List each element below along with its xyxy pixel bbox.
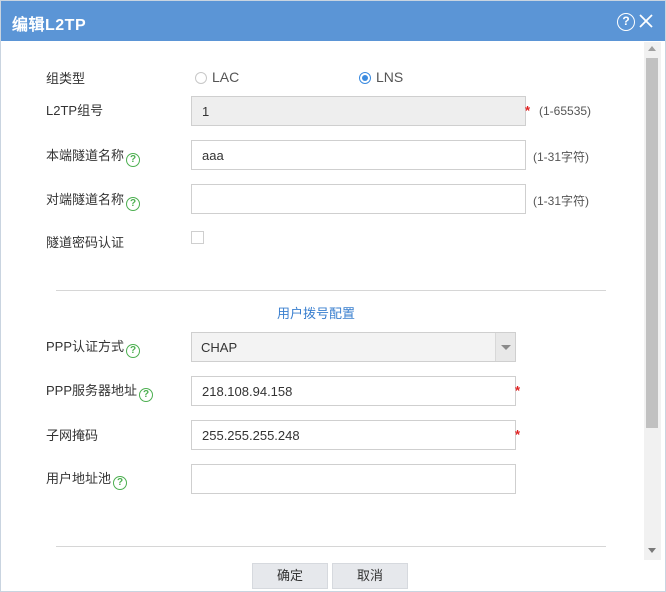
group-type-label: 组类型 (46, 71, 86, 86)
ppp-server-input[interactable] (191, 376, 516, 406)
ok-button[interactable]: 确定 (252, 563, 328, 589)
close-icon[interactable] (637, 12, 655, 30)
scroll-up-icon[interactable] (648, 46, 656, 51)
help-icon[interactable]: ? (126, 344, 141, 358)
subnet-mask-input[interactable] (191, 420, 516, 450)
group-id-input[interactable] (191, 96, 526, 126)
required-mark: * (515, 383, 521, 398)
user-pool-label: 用户地址池? (46, 468, 128, 490)
chevron-down-icon[interactable] (495, 333, 515, 361)
tunnel-auth-label: 隧道密码认证 (46, 235, 125, 250)
radio-lns[interactable] (359, 72, 371, 84)
help-icon[interactable]: ? (139, 388, 154, 402)
help-icon[interactable]: ? (126, 197, 141, 211)
local-tunnel-hint: (1-31字符) (533, 150, 590, 164)
scroll-down-icon[interactable] (648, 548, 656, 553)
ppp-auth-value: CHAP (201, 340, 238, 355)
cancel-button[interactable]: 取消 (332, 563, 408, 589)
radio-lns-label[interactable]: LNS (376, 69, 403, 85)
ppp-auth-label: PPP认证方式? (46, 336, 141, 358)
section-divider (56, 290, 606, 291)
radio-lac[interactable] (195, 72, 207, 84)
user-pool-input[interactable] (191, 464, 516, 494)
help-icon[interactable]: ? (617, 13, 635, 31)
remote-tunnel-label: 对端隧道名称? (46, 189, 141, 211)
ppp-server-label: PPP服务器地址? (46, 380, 154, 402)
tunnel-auth-checkbox[interactable] (191, 231, 204, 244)
required-mark: * (515, 427, 521, 442)
remote-tunnel-hint: (1-31字符) (533, 194, 590, 208)
local-tunnel-label: 本端隧道名称? (46, 145, 141, 167)
remote-tunnel-input[interactable] (191, 184, 526, 214)
edit-l2tp-dialog: 编辑L2TP ? 组类型 LAC LNS L2TP组号 * (1-65535) … (0, 0, 666, 592)
required-mark: * (525, 103, 531, 118)
group-id-hint: (1-65535) (539, 104, 592, 118)
help-icon[interactable]: ? (113, 476, 128, 490)
dialog-titlebar: 编辑L2TP ? (1, 1, 665, 41)
radio-lac-label[interactable]: LAC (212, 69, 239, 85)
group-id-label: L2TP组号 (46, 103, 104, 118)
footer-divider (56, 546, 606, 547)
scroll-thumb[interactable] (646, 58, 658, 428)
ppp-auth-select[interactable]: CHAP (191, 332, 516, 362)
local-tunnel-input[interactable] (191, 140, 526, 170)
dialog-title: 编辑L2TP (12, 17, 87, 34)
subnet-mask-label: 子网掩码 (46, 428, 99, 443)
section-title: 用户拨号配置 (276, 306, 355, 321)
help-icon[interactable]: ? (126, 153, 141, 167)
vertical-scrollbar[interactable] (644, 42, 661, 560)
